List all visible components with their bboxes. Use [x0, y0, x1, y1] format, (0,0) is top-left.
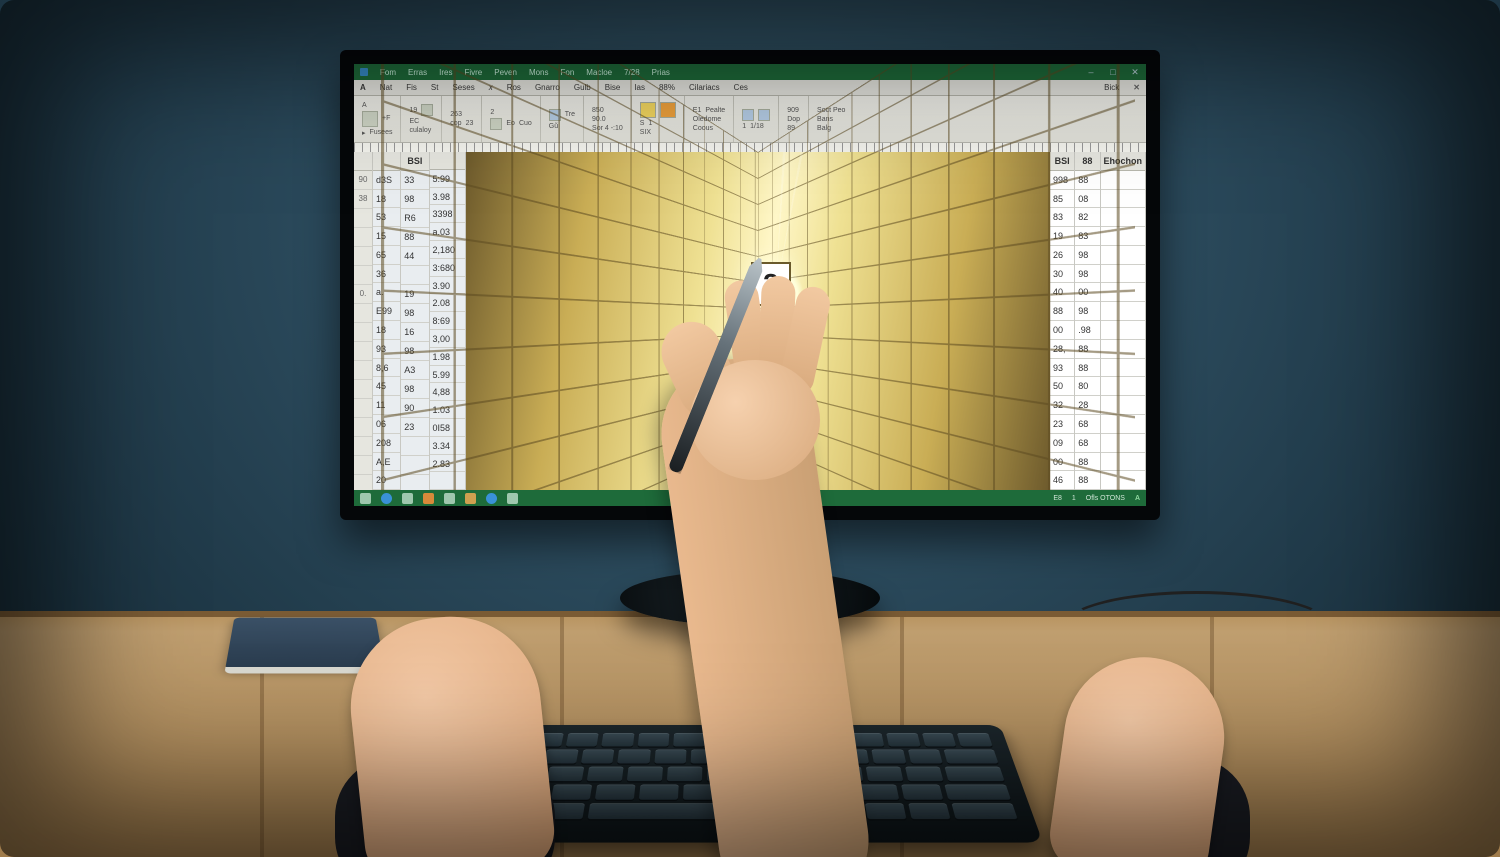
- taskbar-icon[interactable]: [381, 493, 392, 504]
- cell[interactable]: [354, 361, 372, 380]
- cell[interactable]: 90: [354, 171, 372, 190]
- cell[interactable]: [354, 209, 372, 228]
- taskbar-icon[interactable]: [360, 493, 371, 504]
- cell[interactable]: [354, 437, 372, 456]
- cell[interactable]: [354, 456, 372, 475]
- status-text: E8: [1053, 495, 1062, 502]
- menu-item[interactable]: Prias: [652, 68, 670, 77]
- ribbon-group[interactable]: 1 1/18: [734, 96, 779, 142]
- taskbar-icon[interactable]: [444, 493, 455, 504]
- cell[interactable]: [354, 380, 372, 399]
- status-text: 1: [1072, 495, 1076, 502]
- taskbar-icon[interactable]: [465, 493, 476, 504]
- taskbar-icon[interactable]: [507, 493, 518, 504]
- cell[interactable]: [354, 418, 372, 437]
- ribbon-tab[interactable]: Ces: [734, 83, 748, 92]
- taskbar-icon[interactable]: [486, 493, 497, 504]
- cell[interactable]: [354, 266, 372, 285]
- column-header[interactable]: [354, 152, 372, 171]
- ribbon-tab[interactable]: Cilariacs: [689, 83, 720, 92]
- cell[interactable]: 0.: [354, 285, 372, 304]
- reaching-hand: [620, 310, 840, 500]
- cell[interactable]: [354, 342, 372, 361]
- scene: Fom Erras Ires Fivre Peven Mons Fon Macl…: [0, 0, 1500, 857]
- cell[interactable]: [354, 323, 372, 342]
- app-icon: [360, 68, 368, 76]
- status-text: Ofls OTONS: [1086, 495, 1125, 502]
- cell[interactable]: [354, 399, 372, 418]
- paste-icon[interactable]: [362, 111, 378, 127]
- notebook: [225, 618, 385, 670]
- cell[interactable]: [354, 304, 372, 323]
- mouse-cable: [1064, 591, 1330, 677]
- status-text: A: [1135, 495, 1140, 502]
- taskbar-icon[interactable]: [423, 493, 434, 504]
- taskbar-icon[interactable]: [402, 493, 413, 504]
- cell[interactable]: [354, 228, 372, 247]
- cell[interactable]: [354, 247, 372, 266]
- cell[interactable]: 38: [354, 190, 372, 209]
